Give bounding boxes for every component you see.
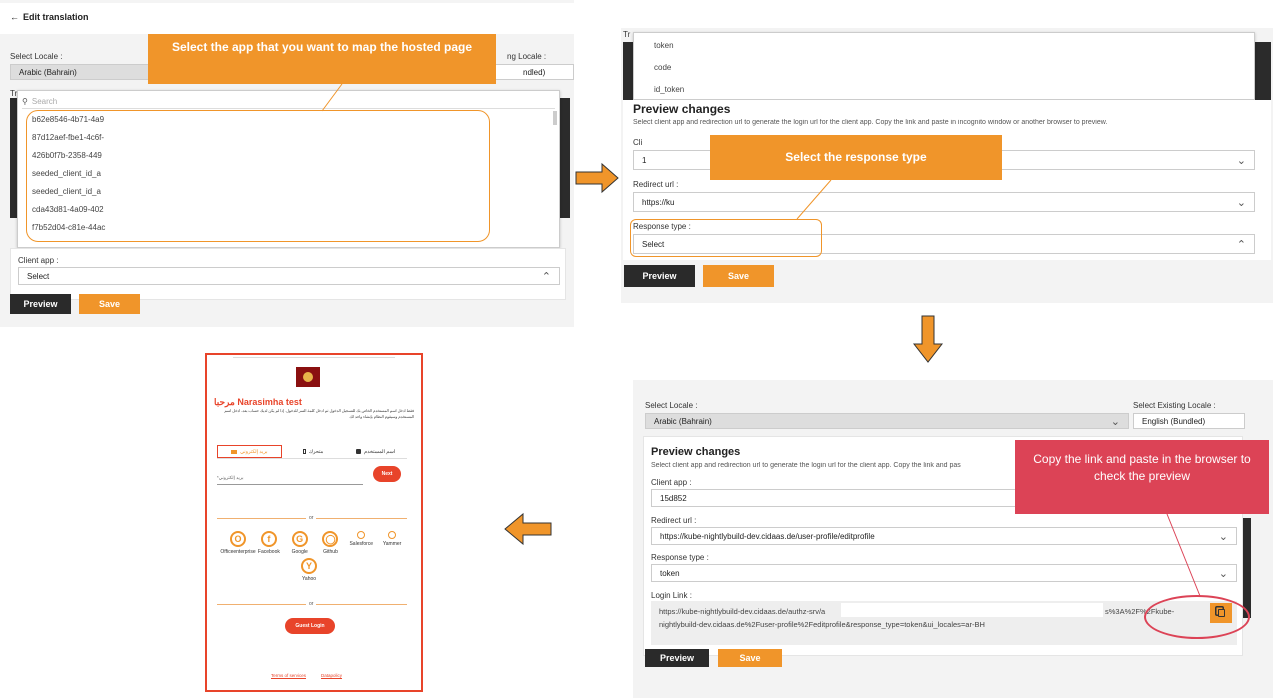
callout-connector [796, 179, 832, 220]
panel-edit-translation-client-app: ← Edit translation Select Locale : Arabi… [0, 0, 574, 327]
provider-officeenterprise[interactable]: O Officeenterprise [220, 531, 256, 555]
arrow-down-icon [912, 315, 944, 363]
callout-connector [321, 83, 343, 112]
salesforce-icon [357, 531, 366, 539]
google-icon: G [291, 531, 308, 547]
provider-label: Salesforce [349, 541, 374, 547]
github-icon: ◯ [322, 531, 339, 547]
tab-username[interactable]: اسم المستخدم [344, 445, 407, 458]
tab-username-label: اسم المستخدم [364, 448, 396, 455]
provider-facebook[interactable]: f Facebook [256, 531, 282, 555]
or-label-1: or [306, 515, 317, 521]
terms-link[interactable]: Terms of services [271, 673, 306, 678]
panel-response-type: Tr token code id_token Preview changes S… [621, 28, 1273, 303]
provider-label: Github [323, 549, 338, 555]
provider-label: Officeenterprise [220, 549, 256, 555]
yahoo-icon: Y [301, 558, 317, 574]
tab-mobile[interactable]: متحرك [282, 445, 345, 458]
provider-label: Google [291, 549, 308, 555]
arrow-right-icon [575, 162, 619, 194]
brand-logo [296, 367, 320, 387]
user-icon [356, 449, 362, 454]
provider-label: Facebook [257, 549, 280, 555]
guest-login-button[interactable]: Guest Login [285, 618, 335, 634]
yammer-icon [388, 531, 397, 539]
lion-icon [303, 372, 313, 382]
panel-login-link: Select Locale : Arabic (Bahrain) ⌄ Selec… [633, 380, 1273, 698]
login-tabs: بريد إلكتروني متحرك اسم المستخدم [217, 445, 407, 459]
provider-salesforce[interactable]: Salesforce [348, 531, 374, 555]
tab-email[interactable]: بريد إلكتروني [217, 445, 282, 458]
tab-email-label: بريد إلكتروني [240, 448, 268, 455]
provider-yammer[interactable]: Yammer [379, 531, 405, 555]
email-input[interactable]: *بريد إلكتروني [217, 475, 363, 485]
provider-yahoo[interactable]: Y Yahoo [296, 558, 322, 582]
login-top-line [233, 357, 395, 358]
tab-mobile-label: متحرك [308, 448, 324, 455]
provider-label: Yahoo [301, 576, 317, 582]
office-icon: O [230, 531, 246, 547]
login-preview-frame: مرحبا Narasimha test فقط أدخل اسم المستخ… [205, 353, 423, 692]
provider-github[interactable]: ◯ Github [318, 531, 344, 555]
greeting: مرحبا Narasimha test [214, 397, 302, 407]
provider-google[interactable]: G Google [287, 531, 313, 555]
next-button[interactable]: Next [373, 466, 401, 482]
provider-label: Yammer [382, 541, 402, 547]
social-providers: O Officeenterprise f Facebook G Google ◯ Git… [220, 531, 405, 555]
envelope-icon [231, 449, 238, 454]
arrow-left-icon [504, 512, 552, 546]
facebook-icon: f [260, 531, 277, 547]
phone-icon [302, 449, 306, 454]
or-label-2: or [306, 601, 317, 607]
intro-text: فقط أدخل اسم المستخدم الخاص بك للتسجيل ا… [224, 409, 414, 419]
datapolicy-link[interactable]: Datapolicy [321, 673, 342, 678]
callout-connector [1166, 513, 1201, 597]
